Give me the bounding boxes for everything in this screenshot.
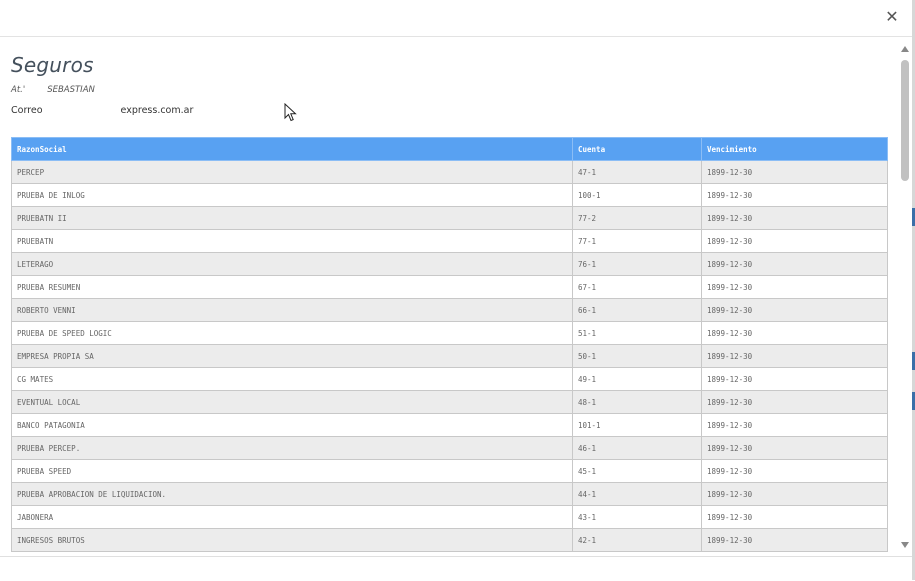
cell-razonsocial: PRUEBA PERCEP. (11, 436, 573, 460)
table-header-row: RazonSocial Cuenta Vencimiento (11, 137, 888, 161)
cell-vencimiento: 1899-12-30 (701, 528, 888, 552)
table-row[interactable]: CG MATES 49-1 1899-12-30 (11, 367, 888, 391)
table-row[interactable]: JABONERA 43-1 1899-12-30 (11, 505, 888, 529)
table-row[interactable]: LETERAGO 76-1 1899-12-30 (11, 252, 888, 276)
attention-prefix: At.' (11, 85, 26, 95)
cell-razonsocial: LETERAGO (11, 252, 573, 276)
cell-vencimiento: 1899-12-30 (701, 298, 888, 322)
table-row[interactable]: PRUEBA DE SPEED LOGIC 51-1 1899-12-30 (11, 321, 888, 345)
cell-razonsocial: PRUEBATN II (11, 206, 573, 230)
results-table: RazonSocial Cuenta Vencimiento PERCEP 47-… (11, 137, 888, 552)
cell-vencimiento: 1899-12-30 (701, 160, 888, 184)
cell-cuenta: 66-1 (572, 298, 702, 322)
cell-vencimiento: 1899-12-30 (701, 436, 888, 460)
cell-cuenta: 49-1 (572, 367, 702, 391)
table-row[interactable]: PRUEBA PERCEP. 46-1 1899-12-30 (11, 436, 888, 460)
cell-vencimiento: 1899-12-30 (701, 252, 888, 276)
email-domain: express.com.ar (120, 105, 194, 116)
cell-razonsocial: PRUEBA DE SPEED LOGIC (11, 321, 573, 345)
cell-razonsocial: PRUEBA SPEED (11, 459, 573, 483)
table-row[interactable]: ROBERTO VENNI 66-1 1899-12-30 (11, 298, 888, 322)
cell-vencimiento: 1899-12-30 (701, 183, 888, 207)
email-line: Correo express.com.ar (11, 105, 193, 116)
cell-vencimiento: 1899-12-30 (701, 482, 888, 506)
cell-vencimiento: 1899-12-30 (701, 321, 888, 345)
scroll-up-arrow-icon[interactable] (901, 46, 909, 52)
cell-razonsocial: INGRESOS BRUTOS (11, 528, 573, 552)
table-row[interactable]: EVENTUAL LOCAL 48-1 1899-12-30 (11, 390, 888, 414)
cell-vencimiento: 1899-12-30 (701, 206, 888, 230)
cell-cuenta: 44-1 (572, 482, 702, 506)
modal-content[interactable]: Seguros At.' SEBASTIAN Correo express.com.… (0, 37, 899, 556)
cell-cuenta: 76-1 (572, 252, 702, 276)
cell-vencimiento: 1899-12-30 (701, 367, 888, 391)
cell-cuenta: 42-1 (572, 528, 702, 552)
mouse-cursor-icon (284, 103, 297, 122)
cell-cuenta: 45-1 (572, 459, 702, 483)
table-row[interactable]: BANCO PATAGONIA 101-1 1899-12-30 (11, 413, 888, 437)
cell-cuenta: 48-1 (572, 390, 702, 414)
table-row[interactable]: EMPRESA PROPIA SA 50-1 1899-12-30 (11, 344, 888, 368)
cell-cuenta: 46-1 (572, 436, 702, 460)
attention-line: At.' SEBASTIAN (11, 85, 95, 95)
column-header-vencimiento[interactable]: Vencimiento (701, 137, 888, 161)
cell-cuenta: 51-1 (572, 321, 702, 345)
cell-razonsocial: EMPRESA PROPIA SA (11, 344, 573, 368)
cell-razonsocial: CG MATES (11, 367, 573, 391)
table-row[interactable]: PRUEBA DE INLOG 100-1 1899-12-30 (11, 183, 888, 207)
modal-footer (0, 556, 912, 581)
cell-cuenta: 77-2 (572, 206, 702, 230)
scrollbar-thumb[interactable] (901, 60, 909, 181)
email-label: Correo (11, 105, 43, 116)
cell-vencimiento: 1899-12-30 (701, 229, 888, 253)
cell-cuenta: 43-1 (572, 505, 702, 529)
scroll-down-arrow-icon[interactable] (901, 542, 909, 548)
cell-cuenta: 50-1 (572, 344, 702, 368)
cell-razonsocial: PRUEBA DE INLOG (11, 183, 573, 207)
cell-vencimiento: 1899-12-30 (701, 390, 888, 414)
modal-header: ✕ (0, 0, 915, 37)
cell-vencimiento: 1899-12-30 (701, 459, 888, 483)
cell-razonsocial: ROBERTO VENNI (11, 298, 573, 322)
vertical-scrollbar[interactable] (899, 40, 912, 554)
cell-razonsocial: PRUEBA APROBACION DE LIQUIDACION. (11, 482, 573, 506)
table-row[interactable]: PRUEBATN 77-1 1899-12-30 (11, 229, 888, 253)
column-header-razonsocial[interactable]: RazonSocial (11, 137, 573, 161)
cell-razonsocial: PRUEBATN (11, 229, 573, 253)
cell-vencimiento: 1899-12-30 (701, 275, 888, 299)
table-row[interactable]: PRUEBA APROBACION DE LIQUIDACION. 44-1 189… (11, 482, 888, 506)
cell-cuenta: 101-1 (572, 413, 702, 437)
cell-razonsocial: PERCEP (11, 160, 573, 184)
cell-cuenta: 67-1 (572, 275, 702, 299)
table-row[interactable]: PRUEBA SPEED 45-1 1899-12-30 (11, 459, 888, 483)
cell-vencimiento: 1899-12-30 (701, 344, 888, 368)
attention-name: SEBASTIAN (47, 85, 95, 95)
table-row[interactable]: PERCEP 47-1 1899-12-30 (11, 160, 888, 184)
cell-vencimiento: 1899-12-30 (701, 505, 888, 529)
cell-razonsocial: BANCO PATAGONIA (11, 413, 573, 437)
cell-cuenta: 100-1 (572, 183, 702, 207)
table-row[interactable]: PRUEBATN II 77-2 1899-12-30 (11, 206, 888, 230)
table-row[interactable]: INGRESOS BRUTOS 42-1 1899-12-30 (11, 528, 888, 552)
cell-razonsocial: PRUEBA RESUMEN (11, 275, 573, 299)
cell-cuenta: 77-1 (572, 229, 702, 253)
close-icon[interactable]: ✕ (883, 8, 901, 26)
page-title: Seguros (11, 53, 94, 77)
table-row[interactable]: PRUEBA RESUMEN 67-1 1899-12-30 (11, 275, 888, 299)
cell-cuenta: 47-1 (572, 160, 702, 184)
cell-vencimiento: 1899-12-30 (701, 413, 888, 437)
cell-razonsocial: JABONERA (11, 505, 573, 529)
column-header-cuenta[interactable]: Cuenta (572, 137, 702, 161)
cell-razonsocial: EVENTUAL LOCAL (11, 390, 573, 414)
